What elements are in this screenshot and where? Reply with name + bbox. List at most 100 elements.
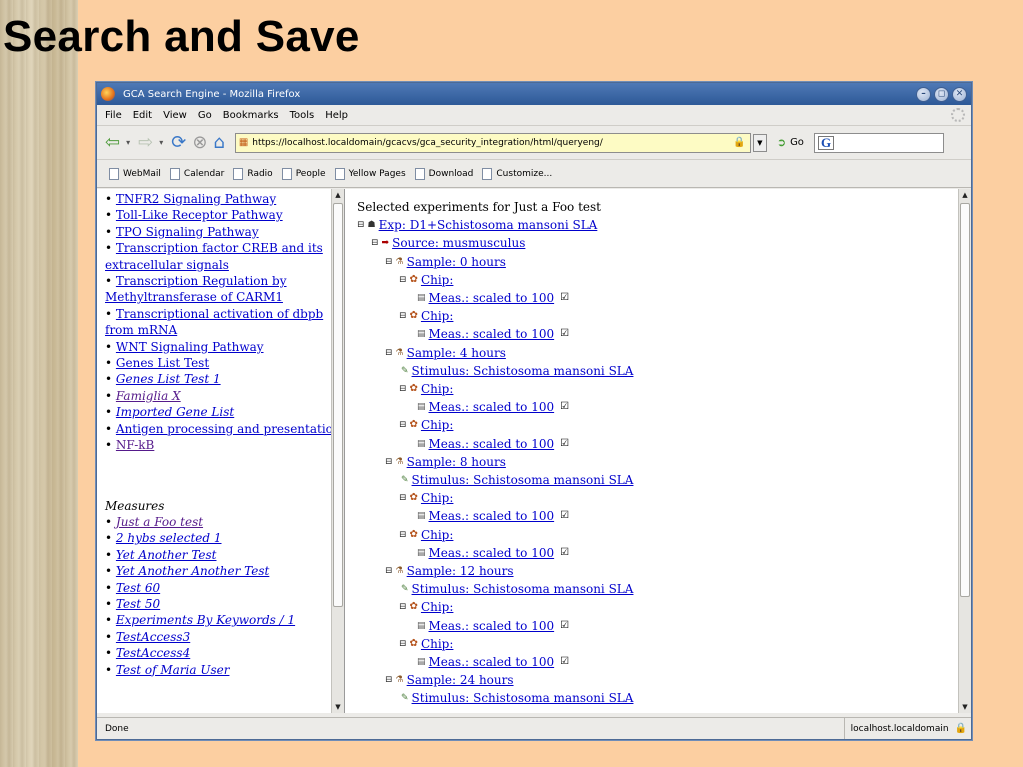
address-input[interactable]: ▦ https://localhost.localdomain/gcacvs/g… — [234, 132, 751, 153]
pathway-link[interactable]: Antigen processing and presentation — [116, 422, 341, 436]
stimulus-link[interactable]: Stimulus: Schistosoma mansoni SLA — [412, 362, 634, 380]
collapse-minus-icon[interactable]: ⊟ — [357, 216, 365, 234]
search-input[interactable]: G — [813, 132, 944, 153]
menu-file[interactable]: File — [105, 110, 122, 121]
collapse-minus-icon[interactable]: ⊟ — [371, 234, 379, 252]
measure-link[interactable]: TestAccess3 — [116, 630, 190, 644]
chip-link[interactable]: Chip: — [421, 489, 453, 507]
pathway-link[interactable]: Transcription Regulation by Methyltransf… — [105, 274, 287, 304]
chip-link[interactable]: Chip: — [421, 635, 453, 653]
measure-link[interactable]: Test of Maria User — [116, 663, 230, 677]
back-arrow-icon[interactable]: ⇦ — [105, 133, 120, 152]
collapse-minus-icon[interactable]: ⊟ — [399, 598, 407, 616]
checkbox-checked-icon[interactable]: ☑ — [560, 435, 569, 453]
chip-link[interactable]: Chip: — [421, 307, 453, 325]
chip-link[interactable]: Chip: — [421, 380, 453, 398]
menu-help[interactable]: Help — [325, 110, 348, 121]
pathway-link[interactable]: Toll-Like Receptor Pathway — [116, 208, 283, 222]
collapse-minus-icon[interactable]: ⊟ — [399, 307, 407, 325]
chip-link[interactable]: Chip: — [421, 526, 453, 544]
collapse-minus-icon[interactable]: ⊟ — [399, 380, 407, 398]
sample-link[interactable]: Sample: 4 hours — [407, 344, 506, 362]
collapse-minus-icon[interactable]: ⊟ — [385, 344, 393, 362]
pathway-link[interactable]: TNFR2 Signaling Pathway — [116, 192, 276, 206]
stimulus-link[interactable]: Stimulus: Schistosoma mansoni SLA — [412, 471, 634, 489]
collapse-minus-icon[interactable]: ⊟ — [399, 526, 407, 544]
stimulus-link[interactable]: Stimulus: Schistosoma mansoni SLA — [412, 689, 634, 707]
address-dropdown-icon[interactable]: ▼ — [752, 133, 767, 152]
collapse-minus-icon[interactable]: ⊟ — [385, 562, 393, 580]
sample-link[interactable]: Sample: 8 hours — [407, 453, 506, 471]
checkbox-checked-icon[interactable]: ☑ — [560, 398, 569, 416]
forward-history-dropdown-icon[interactable]: ▾ — [159, 138, 163, 147]
chip-link[interactable]: Chip: — [421, 271, 453, 289]
sample-link[interactable]: Sample: 24 hours — [407, 671, 514, 689]
chip-link[interactable]: Chip: — [421, 598, 453, 616]
measurement-link[interactable]: Meas.: scaled to 100 — [429, 398, 555, 416]
gene-list-link[interactable]: Genes List Test — [116, 356, 209, 370]
security-lock-icon[interactable]: 🔒 — [955, 723, 967, 734]
collapse-minus-icon[interactable]: ⊟ — [399, 635, 407, 653]
bookmark-customize[interactable]: Customize... — [482, 167, 552, 180]
checkbox-checked-icon[interactable]: ☑ — [560, 653, 569, 671]
scroll-thumb[interactable] — [960, 203, 970, 597]
minimize-icon[interactable]: – — [916, 86, 931, 102]
measure-link[interactable]: Test 50 — [116, 597, 160, 611]
measurement-link[interactable]: Meas.: scaled to 100 — [429, 507, 555, 525]
source-link[interactable]: Source: musmusculus — [392, 234, 525, 252]
chip-link[interactable]: Chip: — [421, 416, 453, 434]
menu-go[interactable]: Go — [198, 110, 212, 121]
menu-edit[interactable]: Edit — [133, 110, 152, 121]
checkbox-checked-icon[interactable]: ☑ — [560, 325, 569, 343]
measurement-link[interactable]: Meas.: scaled to 100 — [429, 325, 555, 343]
bookmark-yellow-pages[interactable]: Yellow Pages — [334, 167, 406, 180]
measure-link[interactable]: Test 60 — [116, 581, 160, 595]
pathway-link[interactable]: WNT Signaling Pathway — [116, 340, 264, 354]
checkbox-checked-icon[interactable]: ☑ — [560, 544, 569, 562]
bookmark-webmail[interactable]: WebMail — [109, 167, 161, 180]
bookmark-calendar[interactable]: Calendar — [169, 167, 224, 180]
checkbox-checked-icon[interactable]: ☑ — [560, 617, 569, 635]
collapse-minus-icon[interactable]: ⊟ — [385, 671, 393, 689]
measurement-link[interactable]: Meas.: scaled to 100 — [429, 617, 555, 635]
maximize-icon[interactable]: ◻ — [934, 86, 949, 102]
reload-icon[interactable]: ⟳ — [171, 133, 186, 152]
measure-link[interactable]: 2 hybs selected 1 — [116, 531, 222, 545]
measurement-link[interactable]: Meas.: scaled to 100 — [429, 653, 555, 671]
collapse-minus-icon[interactable]: ⊟ — [399, 416, 407, 434]
sample-link[interactable]: Sample: 12 hours — [407, 562, 514, 580]
collapse-minus-icon[interactable]: ⊟ — [399, 489, 407, 507]
menu-view[interactable]: View — [163, 110, 187, 121]
stop-icon[interactable]: ⊗ — [192, 133, 207, 152]
scroll-down-icon[interactable]: ▼ — [959, 701, 971, 713]
scroll-up-icon[interactable]: ▲ — [332, 189, 344, 201]
measurement-link[interactable]: Meas.: scaled to 100 — [429, 544, 555, 562]
measure-link[interactable]: Experiments By Keywords / 1 — [116, 613, 295, 627]
gene-list-link[interactable]: Imported Gene List — [116, 405, 234, 419]
bookmark-radio[interactable]: Radio — [233, 167, 273, 180]
stimulus-link[interactable]: Stimulus: Schistosoma mansoni SLA — [412, 580, 634, 598]
measurement-link[interactable]: Meas.: scaled to 100 — [429, 435, 555, 453]
measure-link[interactable]: Just a Foo test — [116, 515, 203, 529]
collapse-minus-icon[interactable]: ⊟ — [385, 253, 393, 271]
right-scrollbar[interactable]: ▲ ▼ — [958, 189, 971, 713]
sample-link[interactable]: Sample: 0 hours — [407, 253, 506, 271]
scroll-down-icon[interactable]: ▼ — [332, 701, 344, 713]
forward-arrow-icon[interactable]: ⇨ — [138, 133, 153, 152]
close-icon[interactable]: ✕ — [952, 86, 967, 102]
measure-link[interactable]: Yet Another Test — [116, 548, 217, 562]
collapse-minus-icon[interactable]: ⊟ — [399, 271, 407, 289]
go-button[interactable]: ➲ Go — [777, 136, 804, 149]
collapse-minus-icon[interactable]: ⊟ — [385, 453, 393, 471]
google-search-icon[interactable]: G — [817, 135, 835, 150]
measure-link[interactable]: TestAccess4 — [116, 646, 190, 660]
gene-list-link[interactable]: Genes List Test 1 — [116, 372, 221, 386]
gene-list-link[interactable]: Famiglia X — [116, 389, 181, 403]
menu-bookmarks[interactable]: Bookmarks — [223, 110, 279, 121]
measure-link[interactable]: Yet Another Another Test — [116, 564, 269, 578]
home-icon[interactable]: ⌂ — [213, 133, 224, 152]
bookmark-download[interactable]: Download — [414, 167, 473, 180]
bookmark-people[interactable]: People — [281, 167, 326, 180]
measurement-link[interactable]: Meas.: scaled to 100 — [429, 289, 555, 307]
checkbox-checked-icon[interactable]: ☑ — [560, 289, 569, 307]
